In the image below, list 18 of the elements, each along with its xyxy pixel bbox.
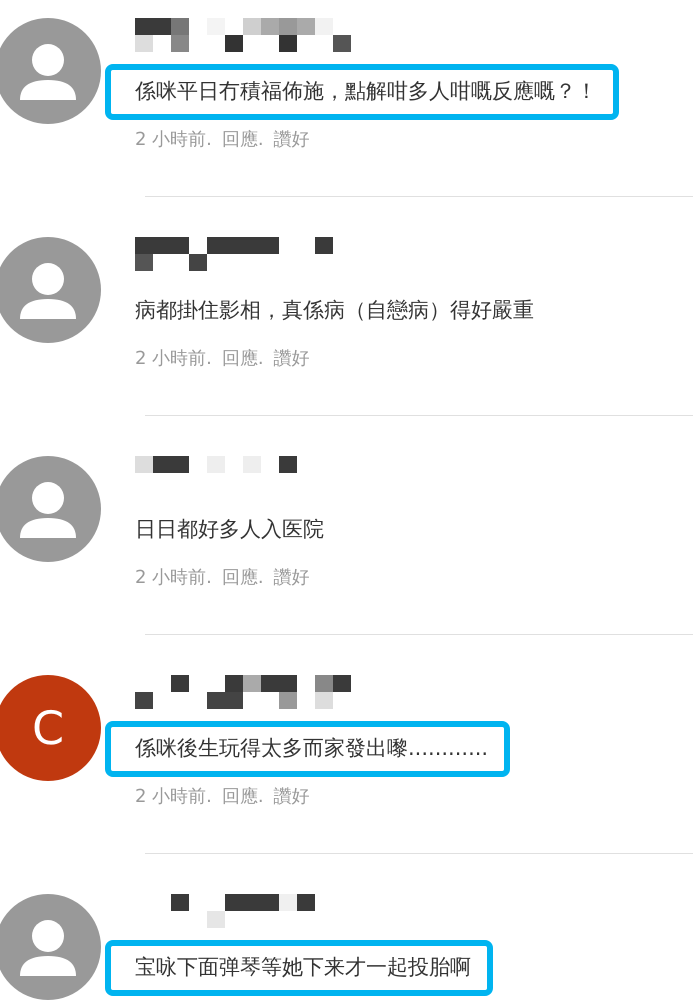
letter-avatar: C — [0, 675, 101, 781]
timestamp: 2 小時前. — [135, 346, 212, 370]
action-link[interactable]: 回應. — [222, 564, 264, 590]
timestamp: 2 小時前. — [135, 784, 212, 808]
comment-text: 病都掛住影相，真係病（自戀病）得好嚴重 — [134, 297, 535, 324]
comment-text: 係咪後生玩得太多而家發出嚟............ — [105, 721, 510, 776]
action-link[interactable]: 回應. — [222, 126, 264, 152]
comment-text: 日日都好多人入医院 — [134, 516, 325, 543]
action-link[interactable]: 讚好 — [274, 126, 310, 152]
comment-text: 係咪平日冇積福佈施，點解咁多人咁嘅反應嘅？！ — [105, 64, 619, 120]
action-link[interactable]: 回應. — [222, 782, 264, 810]
action-link[interactable]: 讚好 — [274, 782, 310, 810]
action-link[interactable]: 回應. — [222, 344, 264, 372]
action-link[interactable]: 讚好 — [274, 344, 310, 372]
comment-text: 宝咏下面弹琴等她下来才一起投胎啊 — [105, 940, 493, 996]
action-link[interactable]: 讚好 — [274, 564, 310, 590]
timestamp: 2 小時前. — [135, 566, 212, 590]
timestamp: 2 小時前. — [135, 128, 212, 152]
